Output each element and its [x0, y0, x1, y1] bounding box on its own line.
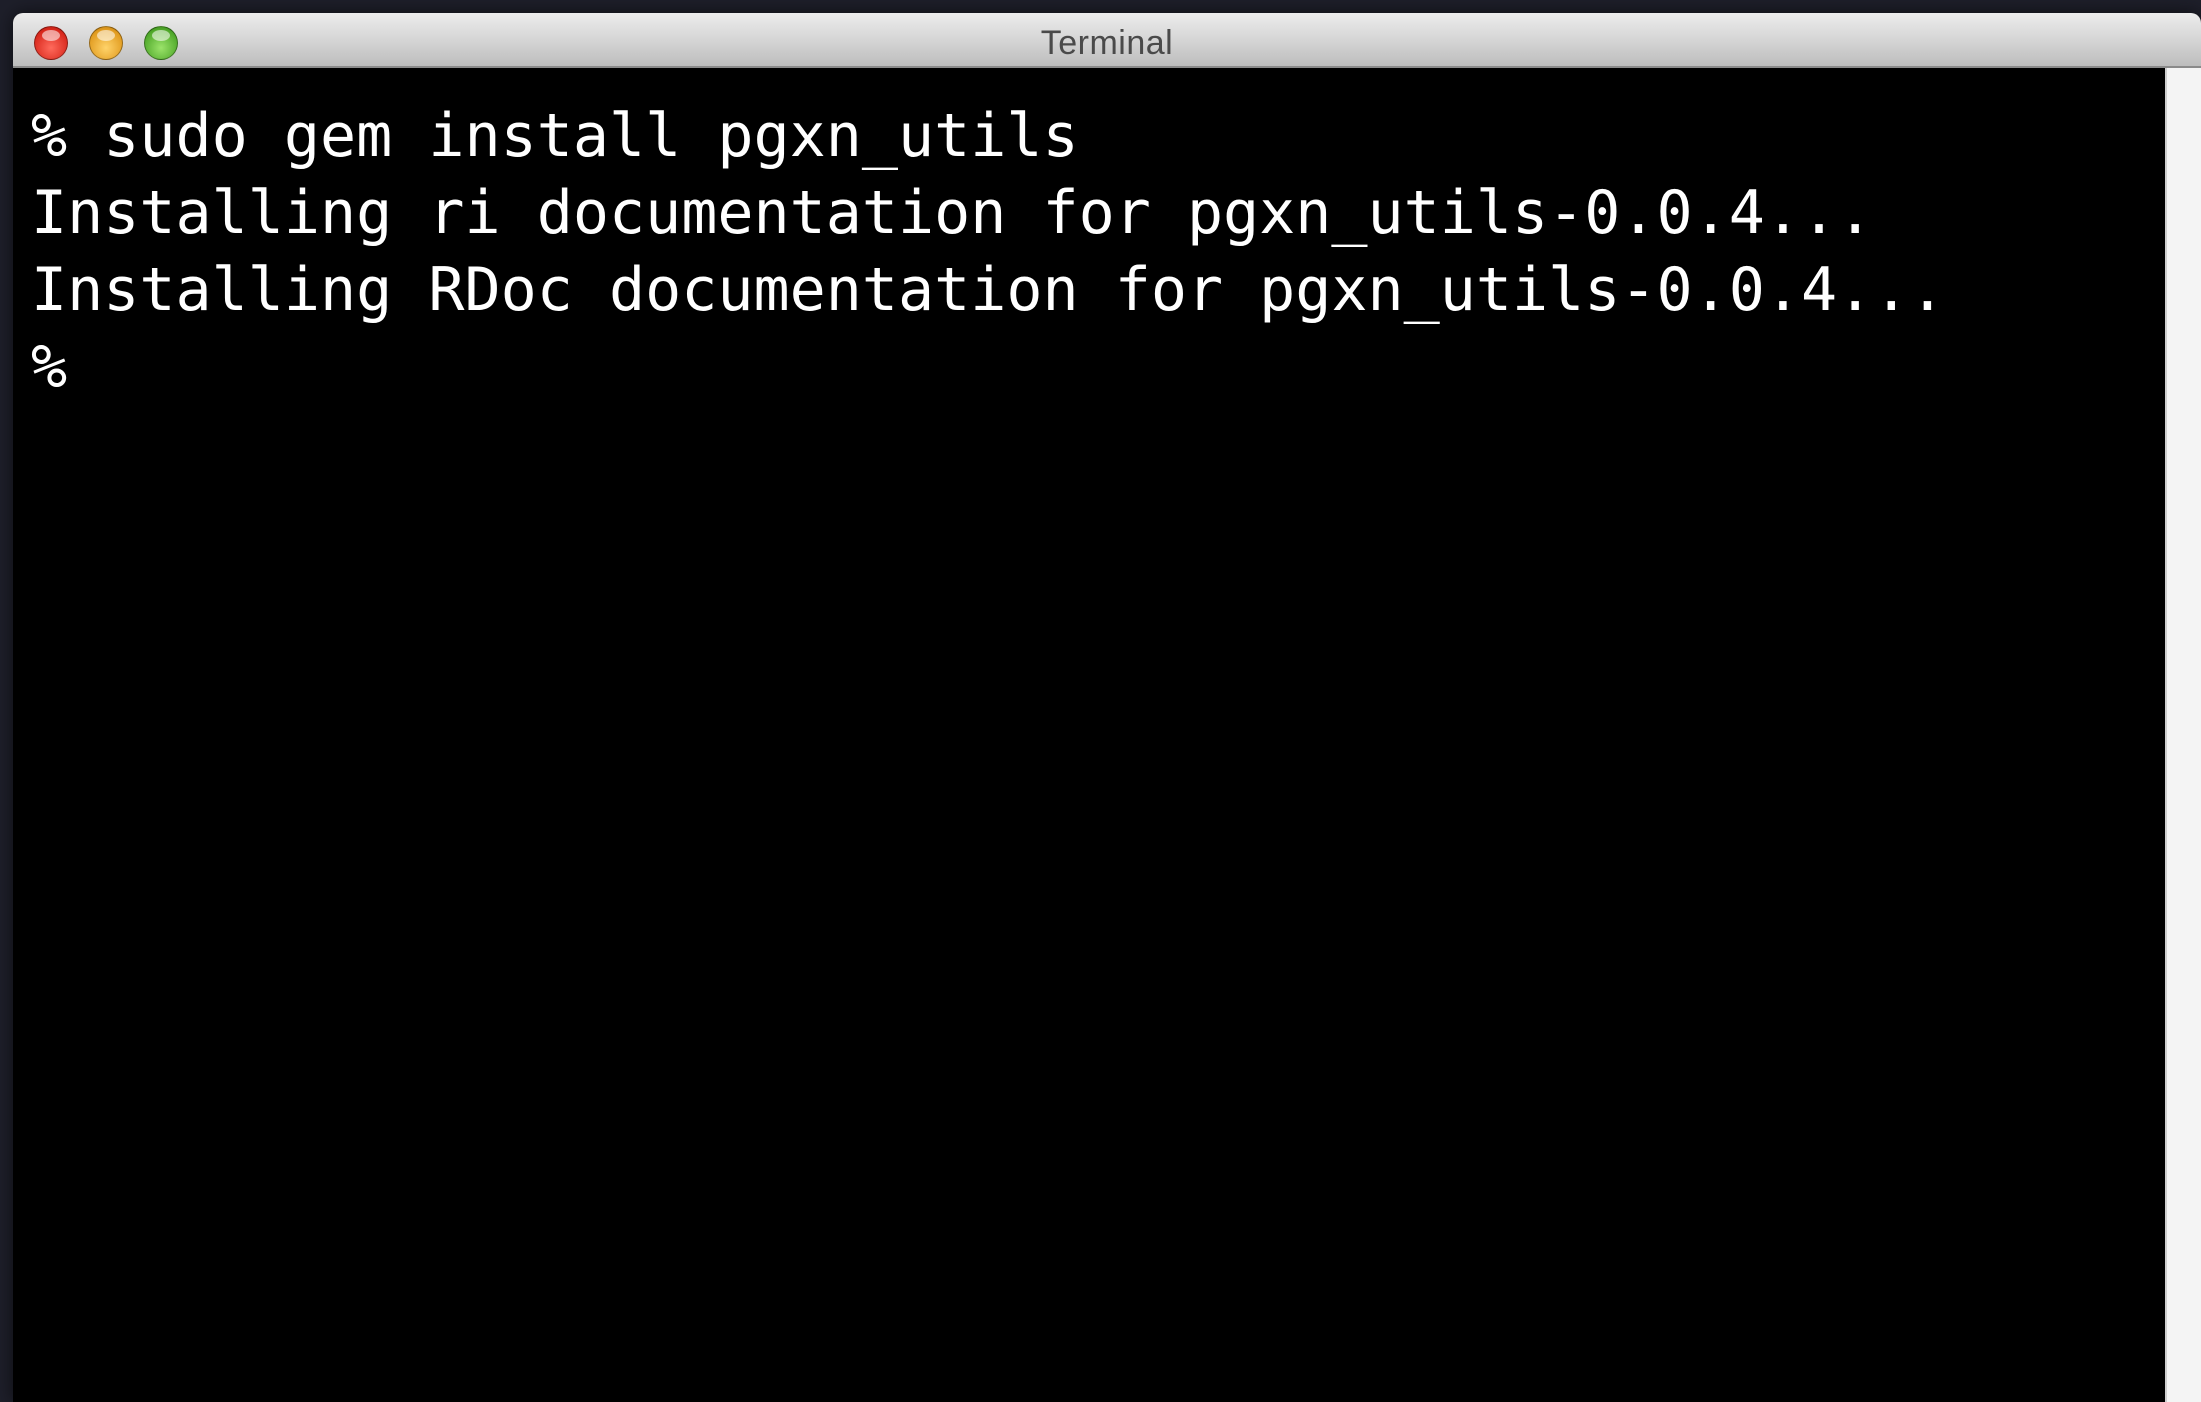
terminal-prompt: % [31, 332, 68, 402]
terminal-line: Installing ri documentation for pgxn_uti… [31, 178, 1874, 248]
title-bar[interactable]: Terminal [13, 13, 2201, 68]
terminal-line: % sudo gem install pgxn_utils [31, 101, 1079, 171]
terminal-window: Terminal % sudo gem install pgxn_utils I… [13, 13, 2201, 1402]
window-title: Terminal [1040, 24, 1174, 62]
vertical-scrollbar[interactable] [2165, 68, 2201, 1402]
terminal-output[interactable]: % sudo gem install pgxn_utils Installing… [13, 68, 2165, 1402]
terminal-line: Installing RDoc documentation for pgxn_u… [31, 255, 1946, 325]
